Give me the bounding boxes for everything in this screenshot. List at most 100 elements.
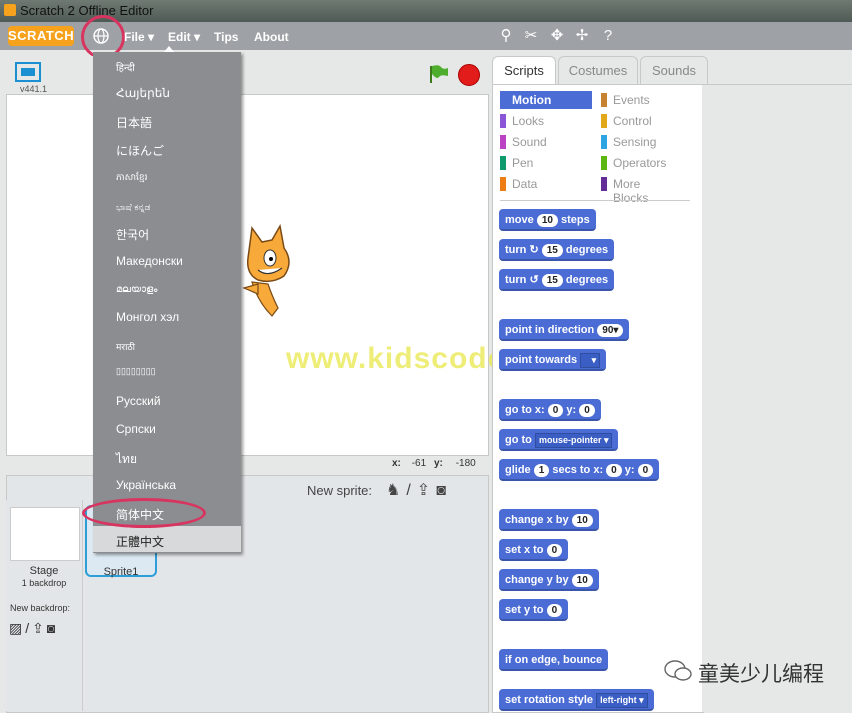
sprite-library-icon[interactable]: ♞ xyxy=(386,482,406,499)
lang-item[interactable]: にほんご xyxy=(116,142,164,159)
help-icon[interactable]: ? xyxy=(599,27,617,45)
file-menu[interactable]: File ▾ xyxy=(124,30,154,44)
block-set-x[interactable]: set x to 0 xyxy=(499,539,569,561)
lang-item[interactable]: ▯▯▯▯▯▯▯▯ xyxy=(116,366,156,377)
category-motion-label: Motion xyxy=(512,93,552,107)
block-point-towards-dropdown[interactable]: ▾ xyxy=(580,353,601,368)
category-motion[interactable]: Motion xyxy=(500,91,592,109)
lang-item[interactable]: മലയാളം xyxy=(116,284,157,295)
lang-item[interactable]: 한국어 xyxy=(116,226,149,243)
camera-sprite-icon[interactable]: ◙ xyxy=(436,482,452,499)
lang-item[interactable]: Հայերեն xyxy=(116,86,170,100)
tab-sounds[interactable]: Sounds xyxy=(640,56,708,85)
block-glide-y-label: y: xyxy=(624,464,635,476)
block-change-y[interactable]: change y by 10 xyxy=(499,569,599,591)
stop-icon[interactable] xyxy=(458,64,480,86)
y-value: -180 xyxy=(455,458,476,469)
green-flag-icon[interactable] xyxy=(428,64,450,89)
grow-icon[interactable]: ✥ xyxy=(548,27,566,45)
lang-item[interactable]: Монгол хэл xyxy=(116,310,179,324)
x-label: x: xyxy=(392,458,401,469)
block-turn-left[interactable]: turn ↺ 15 degrees xyxy=(499,269,615,291)
block-rotation-style-dropdown[interactable]: left-right ▾ xyxy=(596,693,648,708)
lang-item[interactable]: ไทย xyxy=(116,450,137,469)
block-goto-y-input[interactable]: 0 xyxy=(579,404,595,417)
block-move-input[interactable]: 10 xyxy=(536,214,558,227)
block-set-x-input[interactable]: 0 xyxy=(546,544,563,557)
block-turn-right-input[interactable]: 15 xyxy=(541,244,563,257)
block-goto[interactable]: go to mouse-pointer ▾ xyxy=(499,429,619,451)
stage-header xyxy=(6,56,487,94)
tips-menu[interactable]: Tips xyxy=(214,30,238,44)
lang-item[interactable]: 日本語 xyxy=(116,114,152,131)
block-glide-y-input[interactable]: 0 xyxy=(637,464,654,477)
edit-menu[interactable]: Edit ▾ xyxy=(168,30,200,44)
tab-costumes[interactable]: Costumes xyxy=(558,56,638,85)
fullscreen-icon[interactable] xyxy=(15,62,41,82)
block-goto-y-label: y: xyxy=(566,404,577,416)
app-icon xyxy=(4,4,16,16)
duplicate-icon[interactable]: ⚲ xyxy=(497,27,515,45)
tab-scripts[interactable]: Scripts xyxy=(492,56,556,85)
stage-backdrop-count: 1 backdrop xyxy=(21,578,67,588)
category-data-label: Data xyxy=(512,177,538,191)
upload-sprite-icon[interactable]: ⇪ xyxy=(417,482,436,499)
category-pen-label: Pen xyxy=(512,156,534,170)
cut-icon[interactable]: ✂ xyxy=(522,27,540,45)
upload-icon[interactable]: ⇪ xyxy=(32,620,47,636)
block-turn-right-label: turn xyxy=(505,244,527,256)
block-turn-left-input[interactable]: 15 xyxy=(541,274,563,287)
block-goto-xy[interactable]: go to x: 0 y: 0 xyxy=(499,399,601,421)
turn-right-icon: ↻ xyxy=(529,244,539,256)
lang-item[interactable]: Русский xyxy=(116,394,161,408)
camera-icon[interactable]: ◙ xyxy=(47,620,58,636)
sprite-cat[interactable] xyxy=(232,222,302,326)
lang-item-traditional-chinese[interactable]: 正體中文 xyxy=(116,533,164,550)
scripts-workarea[interactable] xyxy=(702,84,852,712)
footer-watermark: 童美少儿编程 xyxy=(698,663,824,686)
stage-label: Stage xyxy=(29,565,59,577)
block-change-y-input[interactable]: 10 xyxy=(571,574,593,587)
block-move-label: move xyxy=(505,214,534,226)
stage-thumbnail[interactable] xyxy=(10,507,80,561)
block-goto-label: go to xyxy=(505,434,532,446)
block-goto-x-input[interactable]: 0 xyxy=(547,404,564,417)
block-point-direction-input[interactable]: 90▾ xyxy=(597,324,624,337)
block-point-direction[interactable]: point in direction 90▾ xyxy=(499,319,630,341)
block-move[interactable]: move 10 steps xyxy=(499,209,596,231)
scratch-logo[interactable]: SCRATCH xyxy=(8,26,74,46)
block-point-towards[interactable]: point towards ▾ xyxy=(499,349,607,371)
block-rotation-style[interactable]: set rotation style left-right ▾ xyxy=(499,689,654,711)
block-turn-right[interactable]: turn ↻ 15 degrees xyxy=(499,239,615,261)
new-sprite-label: New sprite: xyxy=(307,483,373,498)
image-icon[interactable]: ▨ xyxy=(9,620,25,636)
block-glide-secs-input[interactable]: 1 xyxy=(533,464,550,477)
block-set-y[interactable]: set y to 0 xyxy=(499,599,569,621)
lang-item[interactable]: Українська xyxy=(116,478,176,492)
block-goto-dropdown[interactable]: mouse-pointer ▾ xyxy=(534,433,613,448)
block-glide-x-input[interactable]: 0 xyxy=(606,464,622,477)
lang-item[interactable]: ಭಾಷೆ ಕನ್ನಡ xyxy=(116,202,150,213)
block-glide[interactable]: glide 1 secs to x: 0 y: 0 xyxy=(499,459,660,481)
lang-item[interactable]: ភាសាខ្មែរ xyxy=(116,172,147,185)
block-set-y-input[interactable]: 0 xyxy=(546,604,563,617)
y-label: y: xyxy=(434,458,443,469)
block-change-x-input[interactable]: 10 xyxy=(571,514,593,527)
lang-item[interactable]: मराठी xyxy=(116,340,135,353)
looks-color-bar xyxy=(500,114,506,128)
about-menu[interactable]: About xyxy=(254,30,289,44)
lang-item[interactable]: Македонски xyxy=(116,254,183,268)
more-blocks-color-bar xyxy=(601,177,607,191)
block-change-x[interactable]: change x by 10 xyxy=(499,509,599,531)
paint-sprite-icon[interactable]: / xyxy=(406,482,416,499)
wechat-icon xyxy=(664,660,692,682)
shrink-icon[interactable]: ✢ xyxy=(573,27,591,45)
category-operators-label: Operators xyxy=(613,156,667,170)
new-sprite-tools: ♞/⇪◙ xyxy=(386,480,452,500)
block-bounce[interactable]: if on edge, bounce xyxy=(499,649,609,671)
lang-item[interactable]: हिन्दी xyxy=(116,60,135,74)
x-value: -61 xyxy=(411,458,427,469)
block-set-y-label: set y to xyxy=(505,604,544,616)
turn-left-icon: ↺ xyxy=(529,274,539,286)
lang-item[interactable]: Српски xyxy=(116,422,156,436)
